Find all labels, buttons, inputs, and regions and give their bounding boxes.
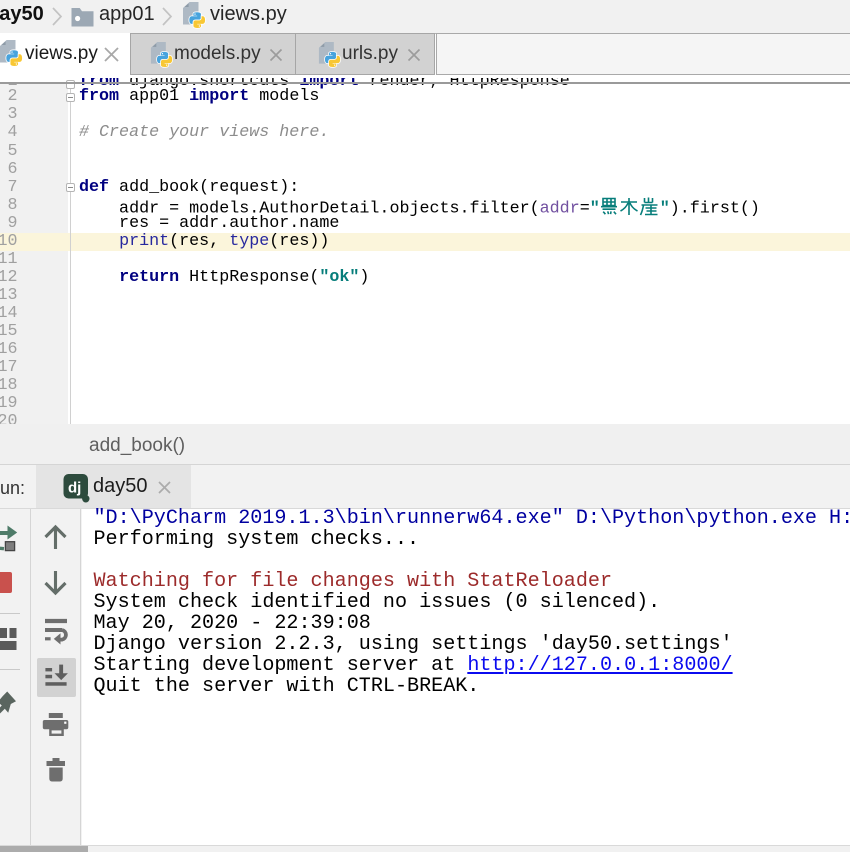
svg-text:dj: dj bbox=[68, 480, 81, 497]
